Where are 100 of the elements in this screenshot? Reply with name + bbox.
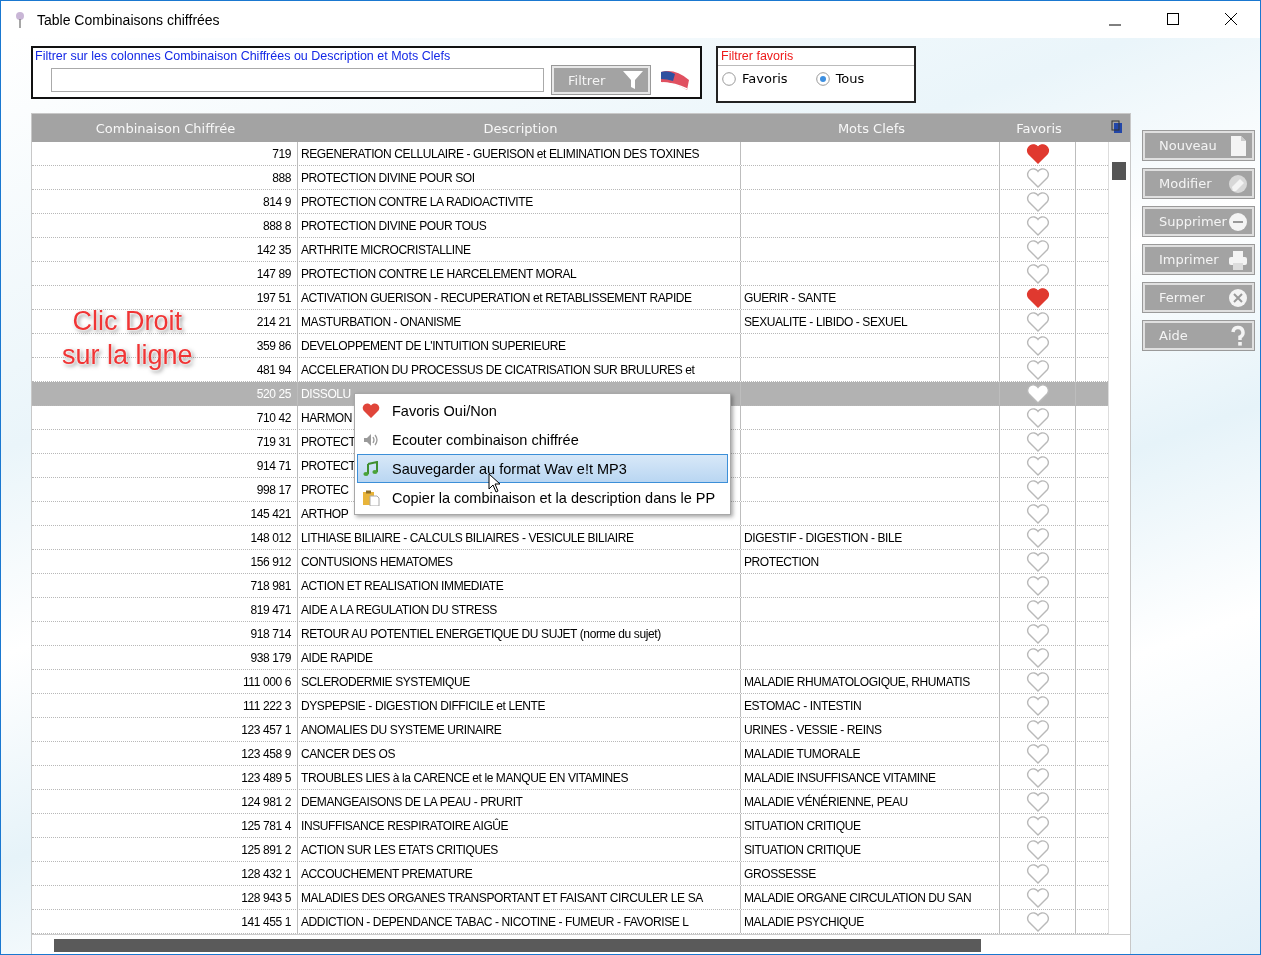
heart-outline-icon[interactable]	[1025, 743, 1050, 764]
document-icon	[1228, 134, 1248, 157]
heart-outline-icon[interactable]	[1025, 167, 1050, 188]
keywords-text: SITUATION CRITIQUE	[744, 818, 861, 833]
code-text[interactable]: 359 86	[256, 338, 291, 353]
code-text[interactable]: 214 21	[256, 314, 291, 329]
code-text[interactable]: 111 000 6	[243, 674, 291, 689]
code-text[interactable]: 814 9	[262, 194, 291, 209]
code-text[interactable]: 124 981 2	[241, 794, 291, 809]
flag-icon[interactable]	[658, 68, 692, 92]
description-text: AIDE A LA REGULATION DU STRESS	[301, 602, 497, 617]
code-text[interactable]: 148 012	[250, 530, 291, 545]
heart-outline-icon[interactable]	[1025, 695, 1050, 716]
code-text[interactable]: 142 35	[256, 242, 291, 257]
code-text[interactable]: 145 421	[250, 506, 291, 521]
heart-outline-icon[interactable]	[1025, 311, 1050, 332]
code-text[interactable]: 719	[272, 146, 291, 161]
heart-outline-icon[interactable]	[1025, 383, 1050, 404]
code-text[interactable]: 918 714	[250, 626, 291, 641]
heart-outline-icon[interactable]	[1025, 551, 1050, 572]
menu-item[interactable]: Favoris Oui/Non	[357, 396, 728, 425]
heart-outline-icon[interactable]	[1025, 647, 1050, 668]
filled-heart-icon[interactable]	[1025, 143, 1050, 164]
heart-outline-icon[interactable]	[1025, 671, 1050, 692]
code-text[interactable]: 710 42	[256, 410, 291, 425]
heart-outline-icon[interactable]	[1025, 911, 1050, 932]
code-text[interactable]: 719 31	[256, 434, 291, 449]
heart-outline-icon[interactable]	[1025, 479, 1050, 500]
heart-outline-icon[interactable]	[1025, 503, 1050, 524]
heart-outline-icon[interactable]	[1025, 359, 1050, 380]
radio-circle-icon	[722, 71, 736, 86]
code-text[interactable]: 888	[272, 170, 291, 185]
favorites-filter-label: Filtrer favoris	[718, 48, 914, 66]
heart-outline-icon[interactable]	[1025, 407, 1050, 428]
description-text: PROTECTION CONTRE LA RADIOACTIVITE	[301, 194, 533, 209]
description-text: ACTIVATION GUERISON - RECUPERATION et RETABLISSEMENT RAPIDE	[301, 290, 692, 305]
menu-item[interactable]: Ecouter combinaison chiffrée	[357, 425, 728, 454]
heart-outline-icon[interactable]	[1025, 455, 1050, 476]
code-text[interactable]: 123 457 1	[241, 722, 291, 737]
filled-heart-icon[interactable]	[1025, 287, 1050, 308]
radio-option[interactable]: Favoris	[722, 71, 788, 86]
heart-outline-icon[interactable]	[1025, 791, 1050, 812]
code-text[interactable]: 123 458 9	[241, 746, 291, 761]
heart-outline-icon[interactable]	[1025, 599, 1050, 620]
heart-outline-icon[interactable]	[1025, 863, 1050, 884]
heart-icon	[362, 402, 380, 419]
keywords-text: PROTECTION	[744, 554, 819, 569]
heart-outline-icon[interactable]	[1025, 839, 1050, 860]
description-text: DEVELOPPEMENT DE L'INTUITION SUPERIEURE	[301, 338, 566, 353]
description-text: PROTECTION CONTRE LE HARCELEMENT MORAL	[301, 266, 577, 281]
code-text[interactable]: 197 51	[256, 290, 291, 305]
heart-outline-icon[interactable]	[1025, 263, 1050, 284]
code-text[interactable]: 481 94	[256, 362, 291, 377]
code-text[interactable]: 888 8	[262, 218, 291, 233]
code-text[interactable]: 123 489 5	[241, 770, 291, 785]
code-text[interactable]: 125 891 2	[241, 842, 291, 857]
description-text: PROTECT	[301, 458, 356, 473]
radio-option[interactable]: Tous	[815, 71, 865, 86]
code-text[interactable]: 141 455 1	[241, 914, 291, 929]
code-text[interactable]: 111 222 3	[243, 698, 291, 713]
printer-icon	[1228, 248, 1248, 271]
description-text: RETOUR AU POTENTIEL ENERGETIQUE DU SUJET (norme du sujet)	[301, 626, 661, 641]
code-text[interactable]: 147 89	[256, 266, 291, 281]
code-text[interactable]: 128 943 5	[241, 890, 291, 905]
heart-outline-icon[interactable]	[1025, 767, 1050, 788]
heart-outline-icon[interactable]	[1025, 191, 1050, 212]
heart-outline-icon[interactable]	[1025, 239, 1050, 260]
annotation-text: Clic Droit	[72, 305, 183, 338]
description-text: ACCELERATION DU PROCESSUS DE CICATRISATION SUR BRULURES et	[301, 362, 695, 377]
column-chooser-icon[interactable]	[1111, 120, 1123, 134]
heart-outline-icon[interactable]	[1025, 575, 1050, 596]
description-text: LITHIASE BILIAIRE - CALCULS BILIAIRES - VESICULE BILIAIRE	[301, 530, 634, 545]
description-text: PROTECTION DIVINE POUR SOI	[301, 170, 475, 185]
heart-outline-icon[interactable]	[1025, 527, 1050, 548]
code-text[interactable]: 125 781 4	[241, 818, 291, 833]
keywords-text: MALADIE PSYCHIQUE	[744, 914, 864, 929]
heart-outline-icon[interactable]	[1025, 215, 1050, 236]
close-circle-icon	[1228, 286, 1248, 309]
menu-item[interactable]: Sauvegarder au format Wav e!t MP3	[357, 454, 728, 483]
heart-outline-icon[interactable]	[1025, 335, 1050, 356]
code-text[interactable]: 718 981	[250, 578, 291, 593]
code-text[interactable]: 914 71	[256, 458, 291, 473]
heart-outline-icon[interactable]	[1025, 431, 1050, 452]
filter-field[interactable]	[51, 68, 544, 92]
heart-outline-icon[interactable]	[1025, 887, 1050, 908]
code-text[interactable]: 938 179	[250, 650, 291, 665]
description-text: PROTECTION DIVINE POUR TOUS	[301, 218, 487, 233]
code-text[interactable]: 156 912	[250, 554, 291, 569]
code-text[interactable]: 128 432 1	[241, 866, 291, 881]
description-text: DYSPEPSIE - DIGESTION DIFFICILE et LENTE	[301, 698, 546, 713]
vertical-scrollbar[interactable]	[1108, 142, 1129, 934]
description-text: DISSOLU	[301, 386, 351, 401]
heart-outline-icon[interactable]	[1025, 623, 1050, 644]
heart-outline-icon[interactable]	[1025, 815, 1050, 836]
horizontal-scrollbar[interactable]	[32, 934, 1130, 954]
code-text[interactable]: 998 17	[256, 482, 291, 497]
code-text[interactable]: 819 471	[250, 602, 291, 617]
heart-outline-icon[interactable]	[1025, 719, 1050, 740]
description-text: REGENERATION CELLULAIRE - GUERISON et ELIMINATION DES TOXINES	[301, 146, 700, 161]
description-text: MASTURBATION - ONANISME	[301, 314, 461, 329]
